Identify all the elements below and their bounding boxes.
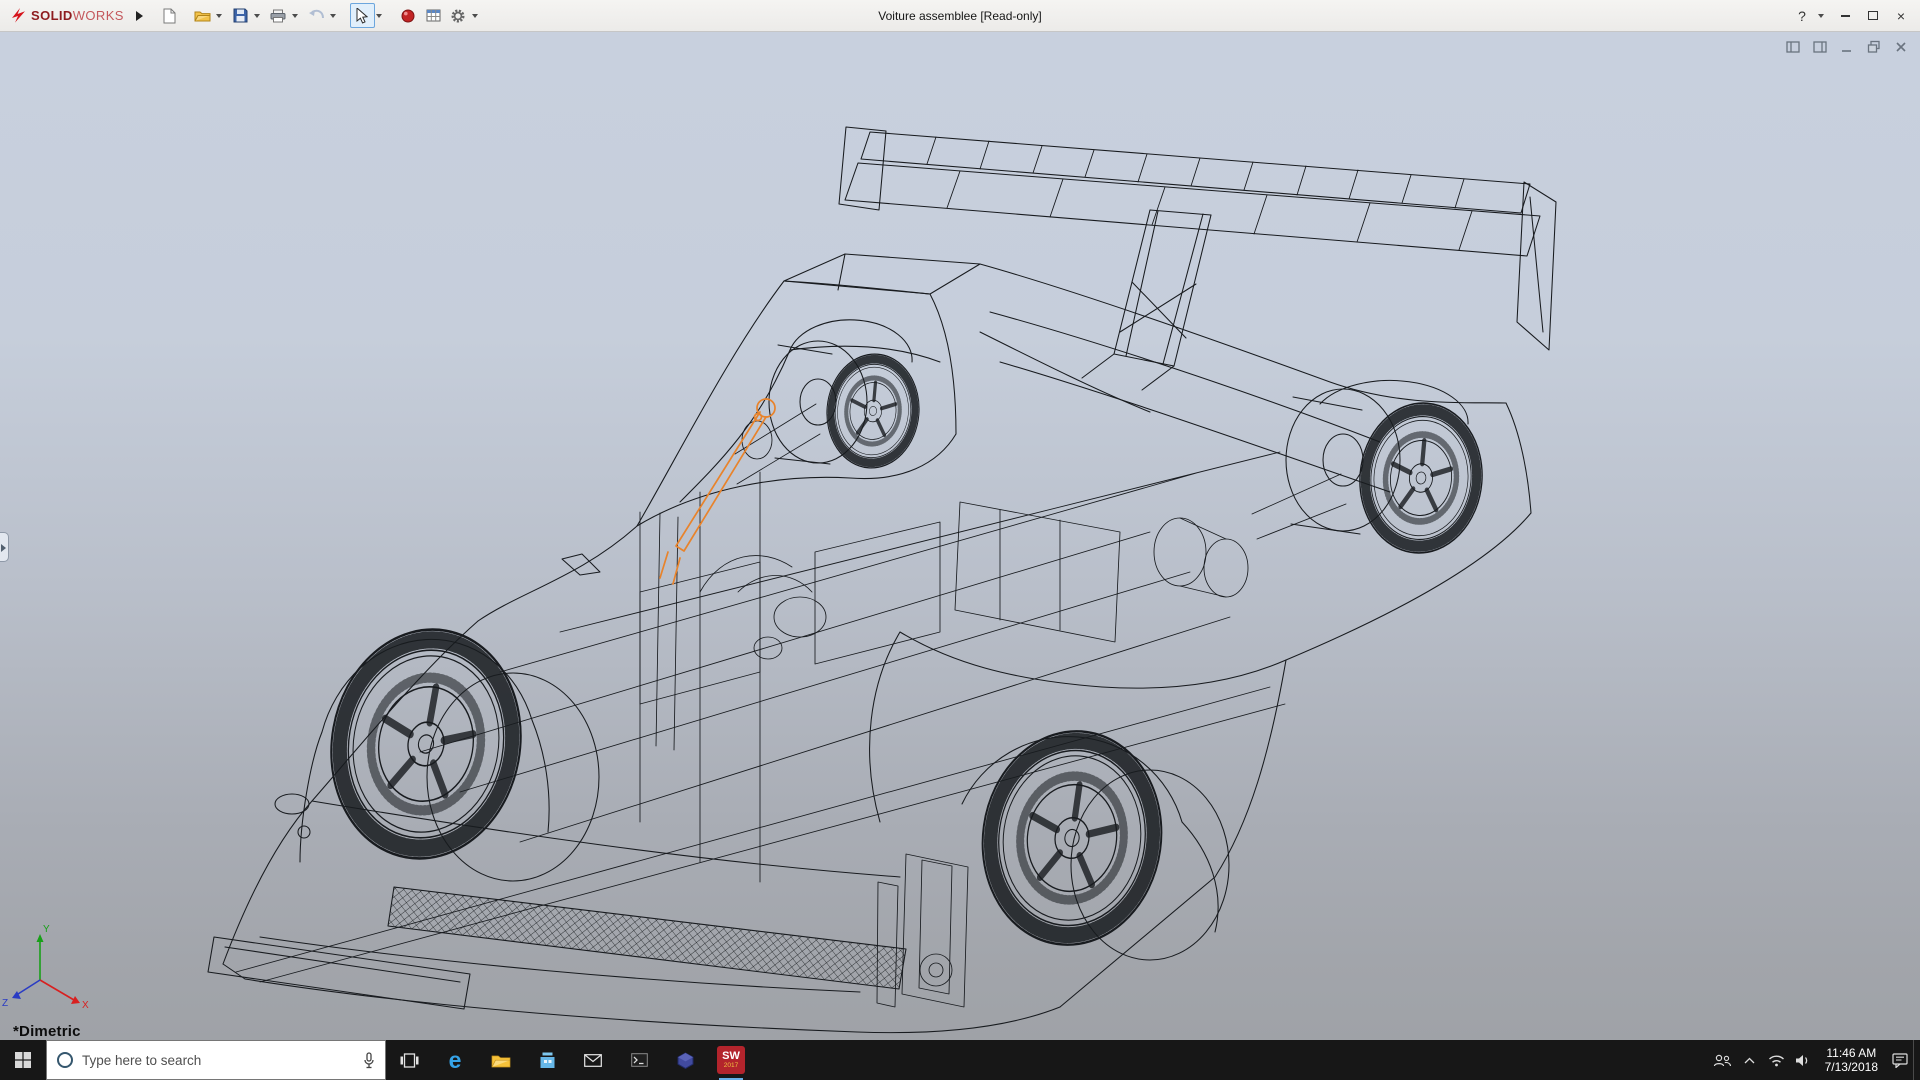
- taskbar-app-solidworks[interactable]: SW 2017: [708, 1040, 754, 1080]
- solidworks-logo-icon: [10, 7, 27, 24]
- store-icon: [539, 1052, 556, 1069]
- undo-dropdown-icon[interactable]: [330, 14, 336, 18]
- taskbar-clock[interactable]: 11:46 AM 7/13/2018: [1817, 1040, 1886, 1080]
- microphone-icon[interactable]: [363, 1052, 375, 1069]
- task-view-button[interactable]: [386, 1040, 432, 1080]
- windows-taskbar: e: [0, 1040, 1920, 1080]
- taskbar-app-command-prompt[interactable]: [616, 1040, 662, 1080]
- solidworks-app-icon: SW 2017: [717, 1046, 745, 1074]
- file-explorer-icon: [491, 1053, 511, 1068]
- maximize-button[interactable]: [1860, 4, 1886, 28]
- clock-time: 11:46 AM: [1826, 1046, 1876, 1060]
- new-document-button[interactable]: [157, 3, 182, 28]
- taskbar-app-mail[interactable]: [570, 1040, 616, 1080]
- cube-app-icon: [677, 1052, 694, 1069]
- design-table-button[interactable]: [421, 3, 446, 28]
- open-button[interactable]: [190, 3, 215, 28]
- tray-network-button[interactable]: [1763, 1040, 1790, 1080]
- show-desktop-button[interactable]: [1913, 1040, 1920, 1080]
- minimize-icon: [1841, 15, 1850, 17]
- clock-date: 7/13/2018: [1825, 1060, 1878, 1074]
- view-orientation-label: *Dimetric: [13, 1023, 81, 1040]
- red-sphere-icon: [401, 9, 415, 23]
- car-wireframe-model[interactable]: [208, 127, 1556, 1033]
- doc-minimize-icon[interactable]: [1840, 40, 1854, 54]
- triad-z-label: Z: [2, 998, 8, 1009]
- screen: SOLIDWORKS: [0, 0, 1920, 1080]
- gear-icon: [450, 8, 466, 24]
- taskbar-app-cad-viewer[interactable]: [662, 1040, 708, 1080]
- window-title: Voiture assemblee [Read-only]: [878, 9, 1041, 23]
- speaker-icon: [1795, 1054, 1811, 1067]
- print-icon: [270, 9, 286, 23]
- command-prompt-icon: [631, 1053, 648, 1067]
- taskbar-search[interactable]: [46, 1040, 386, 1080]
- start-button[interactable]: [0, 1040, 46, 1080]
- windows-logo-icon: [15, 1052, 31, 1068]
- document-window-controls: [1786, 40, 1908, 54]
- orientation-triad: Y X Z: [2, 924, 89, 1011]
- rear-right-wheel[interactable]: [1286, 389, 1488, 558]
- save-floppy-icon: [233, 8, 248, 23]
- taskbar-app-edge[interactable]: e: [432, 1040, 478, 1080]
- action-center-button[interactable]: [1886, 1040, 1913, 1080]
- save-button[interactable]: [228, 3, 253, 28]
- solidworks-logo: SOLIDWORKS: [6, 7, 124, 24]
- undo-arrow-icon: [308, 9, 324, 22]
- new-document-icon: [163, 8, 176, 24]
- graphics-viewport[interactable]: Y X Z: [0, 32, 1920, 1040]
- print-dropdown-icon[interactable]: [292, 14, 298, 18]
- xpress-tools-button[interactable]: [396, 3, 421, 28]
- options-dropdown-icon[interactable]: [472, 14, 478, 18]
- triad-x-label: X: [82, 1000, 89, 1011]
- taskbar-app-store[interactable]: [524, 1040, 570, 1080]
- edge-icon: e: [449, 1049, 462, 1072]
- tray-hidden-icons-button[interactable]: [1736, 1040, 1763, 1080]
- toolbar-flyout-arrow-icon[interactable]: [136, 11, 143, 21]
- system-tray: 11:46 AM 7/13/2018: [1709, 1040, 1920, 1080]
- triad-y-label: Y: [43, 924, 50, 935]
- search-input[interactable]: [82, 1053, 354, 1068]
- rear-left-wheel[interactable]: [969, 720, 1229, 960]
- open-folder-icon: [194, 9, 211, 22]
- select-cursor-icon: [356, 8, 368, 24]
- feature-panel-expand-tab[interactable]: [0, 532, 9, 562]
- quick-access-toolbar: [157, 3, 484, 28]
- people-icon: [1713, 1054, 1732, 1067]
- front-right-wheel[interactable]: [769, 341, 924, 472]
- save-dropdown-icon[interactable]: [254, 14, 260, 18]
- pane-right-icon[interactable]: [1813, 40, 1827, 54]
- front-left-wheel[interactable]: [313, 614, 599, 881]
- taskbar-app-file-explorer[interactable]: [478, 1040, 524, 1080]
- pane-left-icon[interactable]: [1786, 40, 1800, 54]
- undo-button[interactable]: [304, 3, 329, 28]
- select-tool-button[interactable]: [350, 3, 375, 28]
- chevron-up-icon: [1744, 1057, 1755, 1064]
- mail-icon: [584, 1054, 602, 1067]
- doc-close-icon[interactable]: [1894, 40, 1908, 54]
- rear-wing[interactable]: [839, 127, 1556, 390]
- wifi-icon: [1768, 1054, 1785, 1067]
- solidworks-wordmark: SOLIDWORKS: [31, 8, 124, 23]
- task-view-icon: [400, 1053, 419, 1068]
- model-canvas[interactable]: Y X Z: [0, 32, 1920, 1040]
- select-dropdown-icon[interactable]: [376, 14, 382, 18]
- window-controls: ? ×: [1789, 4, 1914, 28]
- maximize-icon: [1868, 11, 1878, 20]
- print-button[interactable]: [266, 3, 291, 28]
- doc-restore-icon[interactable]: [1867, 40, 1881, 54]
- table-icon: [426, 9, 441, 22]
- help-button[interactable]: ?: [1789, 4, 1815, 28]
- options-button[interactable]: [446, 3, 471, 28]
- open-dropdown-icon[interactable]: [216, 14, 222, 18]
- minimize-button[interactable]: [1832, 4, 1858, 28]
- action-center-icon: [1892, 1053, 1908, 1068]
- help-dropdown-icon[interactable]: [1818, 14, 1824, 18]
- tray-volume-button[interactable]: [1790, 1040, 1817, 1080]
- cortana-icon: [57, 1052, 73, 1068]
- titlebar: SOLIDWORKS: [0, 0, 1920, 32]
- tray-people-button[interactable]: [1709, 1040, 1736, 1080]
- close-button[interactable]: ×: [1888, 4, 1914, 28]
